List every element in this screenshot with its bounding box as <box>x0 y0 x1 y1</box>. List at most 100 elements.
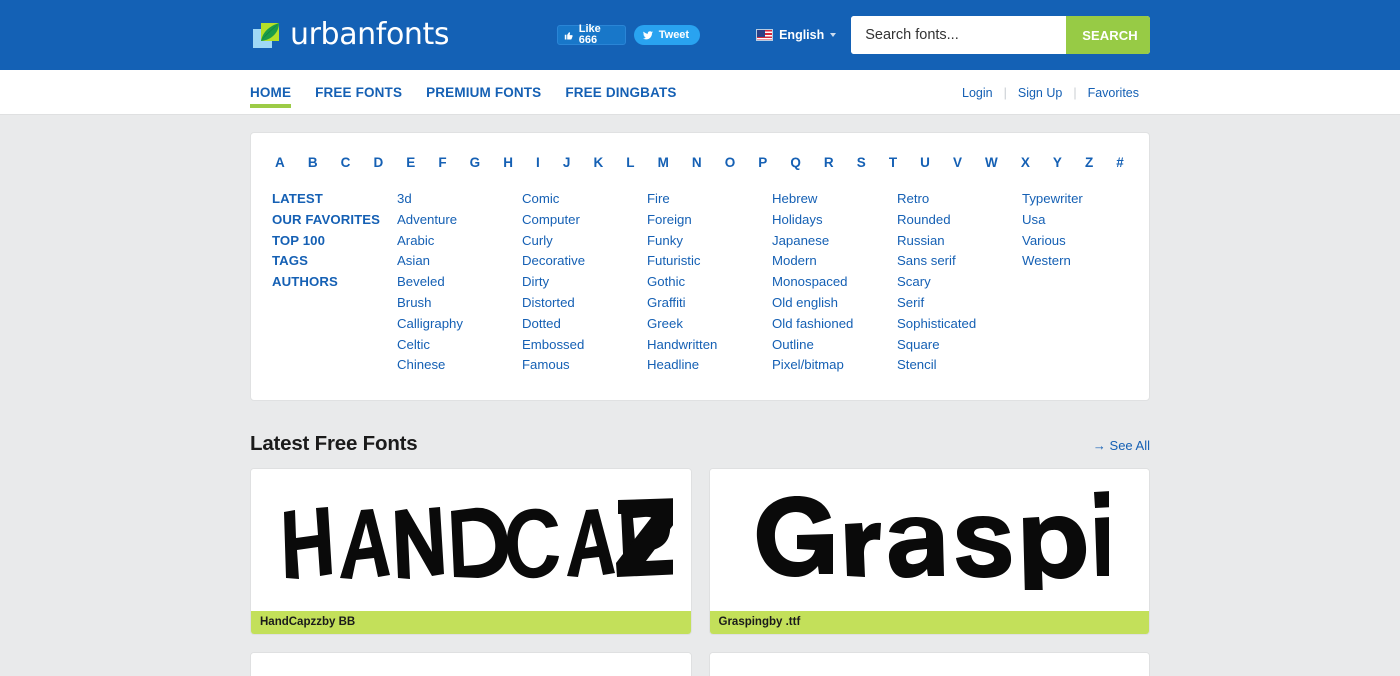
alphabet-link-v[interactable]: V <box>953 155 962 170</box>
category-link-embossed[interactable]: Embossed <box>522 335 647 356</box>
category-link-dirty[interactable]: Dirty <box>522 272 647 293</box>
alphabet-link-l[interactable]: L <box>626 155 634 170</box>
alphabet-link-b[interactable]: B <box>308 155 318 170</box>
facebook-like-button[interactable]: Like 666 <box>557 24 626 46</box>
category-link-rounded[interactable]: Rounded <box>897 210 1022 231</box>
alphabet-link-i[interactable]: I <box>536 155 540 170</box>
favorites-link[interactable]: Favorites <box>1077 86 1150 100</box>
category-link-russian[interactable]: Russian <box>897 231 1022 252</box>
category-link-tags[interactable]: TAGS <box>272 251 397 272</box>
alphabet-link-hash[interactable]: # <box>1116 155 1124 170</box>
twitter-tweet-button[interactable]: Tweet <box>633 25 701 45</box>
category-link-brush[interactable]: Brush <box>397 293 522 314</box>
category-link-typewriter[interactable]: Typewriter <box>1022 189 1137 210</box>
category-link-graffiti[interactable]: Graffiti <box>647 293 772 314</box>
login-link[interactable]: Login <box>951 86 1004 100</box>
category-link-famous[interactable]: Famous <box>522 355 647 376</box>
category-link-foreign[interactable]: Foreign <box>647 210 772 231</box>
category-link-usa[interactable]: Usa <box>1022 210 1137 231</box>
nav-item-free-dingbats[interactable]: FREE DINGBATS <box>565 70 676 115</box>
category-link-fire[interactable]: Fire <box>647 189 772 210</box>
category-link-our-favorites[interactable]: OUR FAVORITES <box>272 210 397 231</box>
alphabet-link-t[interactable]: T <box>889 155 897 170</box>
category-link-beveled[interactable]: Beveled <box>397 272 522 293</box>
alphabet-link-c[interactable]: C <box>341 155 351 170</box>
category-link-adventure[interactable]: Adventure <box>397 210 522 231</box>
signup-link[interactable]: Sign Up <box>1007 86 1073 100</box>
category-link-pixel-bitmap[interactable]: Pixel/bitmap <box>772 355 897 376</box>
category-link-authors[interactable]: AUTHORS <box>272 272 397 293</box>
nav-item-home[interactable]: HOME <box>250 70 292 115</box>
alphabet-link-r[interactable]: R <box>824 155 834 170</box>
alphabet-link-e[interactable]: E <box>406 155 415 170</box>
category-link-comic[interactable]: Comic <box>522 189 647 210</box>
category-link-serif[interactable]: Serif <box>897 293 1022 314</box>
font-card[interactable]: HandCapzzby BB <box>250 468 692 636</box>
alphabet-link-o[interactable]: O <box>725 155 736 170</box>
category-link-computer[interactable]: Computer <box>522 210 647 231</box>
alphabet-link-q[interactable]: Q <box>790 155 801 170</box>
category-link-curly[interactable]: Curly <box>522 231 647 252</box>
category-link-top-100[interactable]: TOP 100 <box>272 231 397 252</box>
category-link-handwritten[interactable]: Handwritten <box>647 335 772 356</box>
search-button[interactable]: SEARCH <box>1066 16 1150 54</box>
category-link-outline[interactable]: Outline <box>772 335 897 356</box>
category-link-square[interactable]: Square <box>897 335 1022 356</box>
alphabet-link-f[interactable]: F <box>438 155 446 170</box>
alphabet-link-u[interactable]: U <box>920 155 930 170</box>
category-link-futuristic[interactable]: Futuristic <box>647 251 772 272</box>
category-link-arabic[interactable]: Arabic <box>397 231 522 252</box>
alphabet-link-n[interactable]: N <box>692 155 702 170</box>
category-link-headline[interactable]: Headline <box>647 355 772 376</box>
alphabet-link-m[interactable]: M <box>658 155 669 170</box>
category-link-decorative[interactable]: Decorative <box>522 251 647 272</box>
alphabet-link-j[interactable]: J <box>563 155 571 170</box>
alphabet-link-k[interactable]: K <box>593 155 603 170</box>
font-card[interactable] <box>250 652 692 676</box>
nav-item-premium-fonts[interactable]: PREMIUM FONTS <box>426 70 541 115</box>
alphabet-link-w[interactable]: W <box>985 155 998 170</box>
language-selector[interactable]: English <box>756 28 837 42</box>
alphabet-link-s[interactable]: S <box>857 155 866 170</box>
category-link-greek[interactable]: Greek <box>647 314 772 335</box>
category-link-stencil[interactable]: Stencil <box>897 355 1022 376</box>
see-all-link[interactable]: → See All <box>1093 438 1150 453</box>
main-content: A B C D E F G H I J K L M N O P Q R S T U V W X Y Z # LATEST OUR FA… <box>250 115 1150 676</box>
alphabet-link-g[interactable]: G <box>470 155 481 170</box>
font-card[interactable]: Graspingby .ttf <box>708 468 1150 636</box>
category-link-various[interactable]: Various <box>1022 231 1137 252</box>
category-link-funky[interactable]: Funky <box>647 231 772 252</box>
category-link-sans-serif[interactable]: Sans serif <box>897 251 1022 272</box>
category-link-old-fashioned[interactable]: Old fashioned <box>772 314 897 335</box>
category-link-asian[interactable]: Asian <box>397 251 522 272</box>
category-link-dotted[interactable]: Dotted <box>522 314 647 335</box>
category-link-monospaced[interactable]: Monospaced <box>772 272 897 293</box>
category-link-latest[interactable]: LATEST <box>272 189 397 210</box>
category-link-japanese[interactable]: Japanese <box>772 231 897 252</box>
category-link-holidays[interactable]: Holidays <box>772 210 897 231</box>
category-link-3d[interactable]: 3d <box>397 189 522 210</box>
alphabet-link-p[interactable]: P <box>758 155 767 170</box>
category-link-western[interactable]: Western <box>1022 251 1137 272</box>
alphabet-link-a[interactable]: A <box>275 155 285 170</box>
nav-item-free-fonts[interactable]: FREE FONTS <box>315 70 402 115</box>
category-link-old-english[interactable]: Old english <box>772 293 897 314</box>
alphabet-link-z[interactable]: Z <box>1085 155 1093 170</box>
category-link-sophisticated[interactable]: Sophisticated <box>897 314 1022 335</box>
category-link-gothic[interactable]: Gothic <box>647 272 772 293</box>
search-input[interactable] <box>851 16 1067 54</box>
site-logo[interactable]: urbanfonts <box>253 20 450 50</box>
alphabet-link-y[interactable]: Y <box>1053 155 1062 170</box>
category-link-retro[interactable]: Retro <box>897 189 1022 210</box>
alphabet-link-h[interactable]: H <box>503 155 513 170</box>
font-card[interactable] <box>708 652 1150 676</box>
category-link-scary[interactable]: Scary <box>897 272 1022 293</box>
category-link-distorted[interactable]: Distorted <box>522 293 647 314</box>
category-link-celtic[interactable]: Celtic <box>397 335 522 356</box>
alphabet-link-d[interactable]: D <box>373 155 383 170</box>
category-link-calligraphy[interactable]: Calligraphy <box>397 314 522 335</box>
category-link-chinese[interactable]: Chinese <box>397 355 522 376</box>
alphabet-link-x[interactable]: X <box>1021 155 1030 170</box>
category-link-hebrew[interactable]: Hebrew <box>772 189 897 210</box>
category-link-modern[interactable]: Modern <box>772 251 897 272</box>
